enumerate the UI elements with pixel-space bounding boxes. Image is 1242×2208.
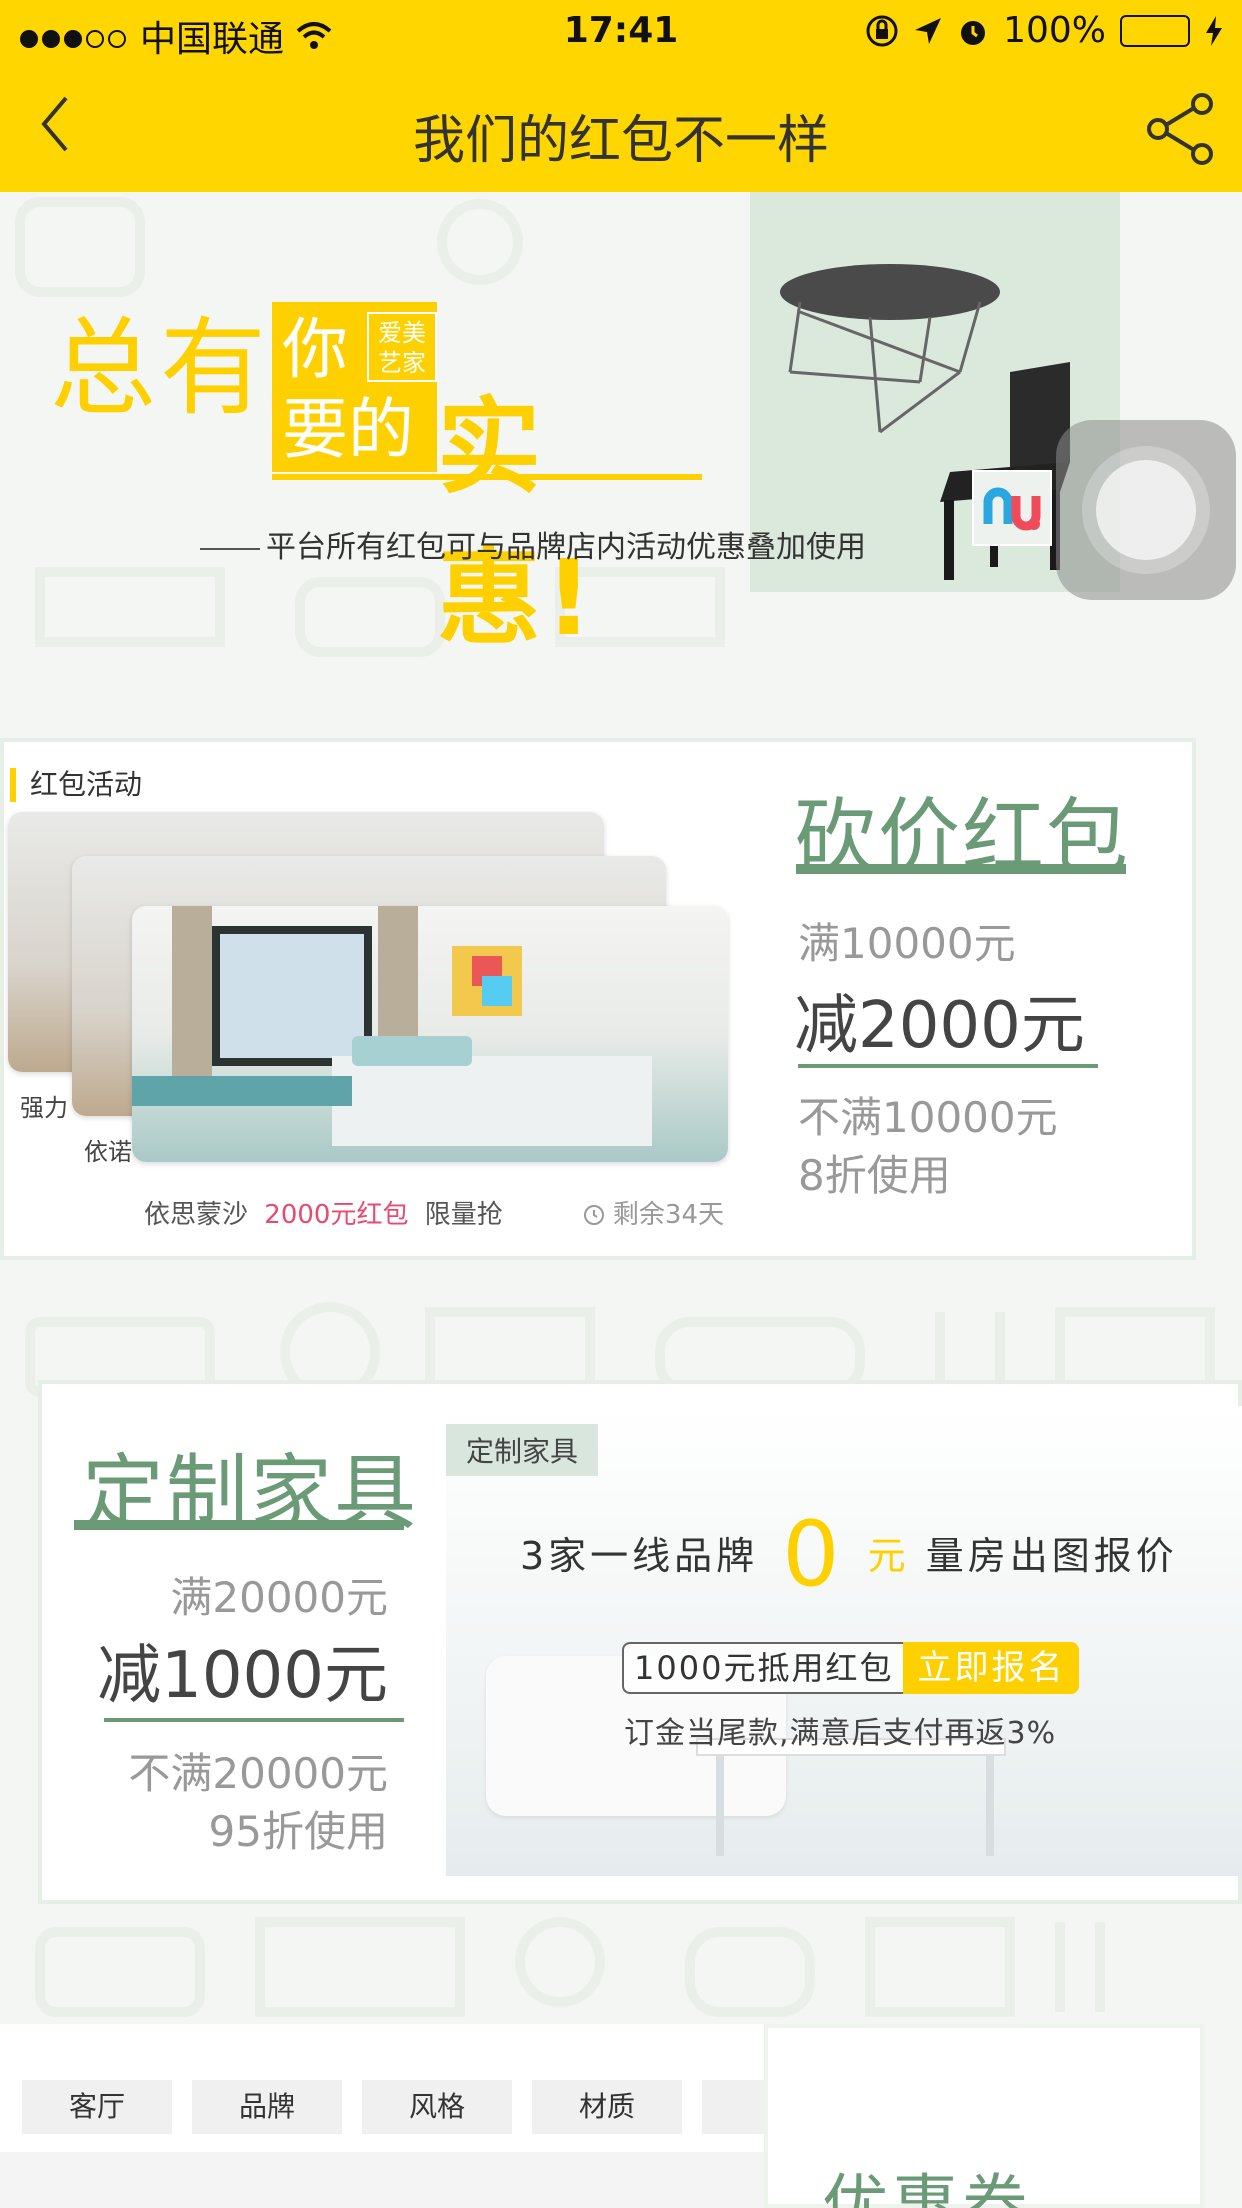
tab-price[interactable]: 价 (702, 2080, 764, 2134)
signup-row: 1000元抵用红包 立即报名 (622, 1642, 1080, 1694)
hero-subtitle: 平台所有红包可与品牌店内活动优惠叠加使用 (200, 522, 866, 566)
battery-percent: 100% (1003, 10, 1106, 51)
bargain-cut-amount: 减2000元 (794, 989, 1085, 1063)
tab-brand[interactable]: 品牌 (192, 2080, 342, 2134)
filter-tabs: 客厅 品牌 风格 材质 价 (22, 2080, 764, 2134)
hero-underline (272, 474, 702, 480)
promo-line: 依思蒙沙 2000元红包 限量抢 剩余34天 (144, 1194, 724, 1231)
clock-icon (583, 1205, 604, 1225)
bedroom-scene (132, 906, 652, 1146)
custom-headline-post: 量房出图报价 (925, 1534, 1178, 1578)
custom-condition-1: 满20000元 (170, 1573, 388, 1622)
coupon-card[interactable]: 优惠券 (764, 2024, 1204, 2208)
bargain-condition-2: 不满10000元 (798, 1093, 1058, 1142)
photo-caption-1: 强力 (20, 1094, 68, 1122)
room-photo-3[interactable] (132, 906, 728, 1162)
bargain-discount: 8折使用 (798, 1151, 951, 1200)
custom-title-underline (74, 1520, 404, 1530)
hero-shihui: 实惠! (437, 386, 597, 659)
hero-line2: 要的 (282, 391, 414, 468)
nav-bar: 我们的红包不一样 (0, 62, 1242, 192)
remaining-days: 剩余34天 (612, 1200, 724, 1230)
coupon-title: 优惠券 (822, 2167, 1032, 2208)
filter-panel: 客厅 品牌 风格 材质 价 (0, 2024, 764, 2208)
remaining-time: 剩余34天 (583, 1194, 724, 1231)
table-leg (986, 1756, 994, 1856)
custom-headline-pre: 3家一线品牌 (520, 1534, 759, 1578)
section-tag-red-packet: 红包活动 (10, 768, 142, 802)
hero-banner[interactable]: 总有 你 要的 爱美艺家 实惠! 平台所有红包可与品牌店内活动优惠叠加使用 (0, 192, 1242, 680)
table-leg (716, 1756, 724, 1856)
share-icon (1147, 93, 1213, 165)
share-button[interactable] (1144, 92, 1218, 166)
orientation-lock-icon (866, 15, 898, 46)
promo-amount: 2000元红包 (264, 1200, 409, 1230)
custom-condition-2: 不满20000元 (128, 1749, 388, 1798)
tab-style[interactable]: 风格 (362, 2080, 512, 2134)
custom-cut-underline (104, 1718, 404, 1722)
custom-cut-amount: 减1000元 (97, 1639, 388, 1713)
bargain-red-packet-card[interactable]: 红包活动 强力 依诺 依思蒙沙 2000元红包 限量抢 剩余34天 砍价红包 满… (0, 738, 1196, 1260)
battery-icon (1120, 14, 1190, 47)
custom-furniture-card[interactable]: 定制家具 满20000元 减1000元 不满20000元 95折使用 定制家具 … (38, 1380, 1242, 1904)
custom-discount: 95折使用 (208, 1807, 388, 1856)
promo-brand: 依思蒙沙 (144, 1200, 249, 1230)
hero-headline-box: 你 要的 爱美艺家 实惠! (272, 302, 702, 659)
charging-bolt-icon (1206, 15, 1222, 46)
custom-promo-banner[interactable]: 定制家具 3家一线品牌 0 元 量房出图报价 1000元抵用红包 立即报名 订金… (446, 1406, 1242, 1876)
brand-logo-icon (983, 487, 1041, 531)
tab-living-room[interactable]: 客厅 (22, 2080, 172, 2134)
status-right: 100% (865, 10, 1224, 51)
custom-headline: 3家一线品牌 0 元 量房出图报价 (520, 1502, 1178, 1607)
voucher-label: 1000元抵用红包 (622, 1642, 904, 1694)
tab-material[interactable]: 材质 (532, 2080, 682, 2134)
hero-headline-1: 总有 (50, 307, 270, 430)
bargain-title-underline (796, 864, 1126, 874)
app-logo-badge (972, 470, 1052, 546)
custom-tag: 定制家具 (446, 1424, 599, 1476)
status-bar: 中国联通 17:41 100% (0, 0, 1242, 62)
hero-you: 你 (282, 311, 348, 388)
assistive-touch-button[interactable] (1056, 420, 1236, 600)
custom-headline-yuan: 元 (867, 1534, 910, 1578)
signup-button[interactable]: 立即报名 (903, 1642, 1080, 1694)
product-grid-placeholder (0, 2152, 764, 2208)
bargain-condition-1: 满10000元 (798, 919, 1016, 968)
alarm-icon (961, 20, 986, 45)
photo-caption-2: 依诺 (84, 1138, 132, 1166)
bargain-cut-underline (798, 1064, 1098, 1068)
custom-note: 订金当尾款,满意后支付再返3% (624, 1716, 1057, 1751)
app-header: 中国联通 17:41 100% 我们的红包不一样 (0, 0, 1242, 192)
page-title: 我们的红包不一样 (412, 111, 829, 171)
bottom-section: 客厅 品牌 风格 材质 价 优惠券 (0, 2024, 1242, 2208)
custom-headline-zero: 0 (782, 1502, 844, 1607)
promo-suffix: 限量抢 (424, 1200, 503, 1230)
location-arrow-icon (915, 17, 942, 44)
brand-stamp: 爱美艺家 (367, 312, 437, 382)
